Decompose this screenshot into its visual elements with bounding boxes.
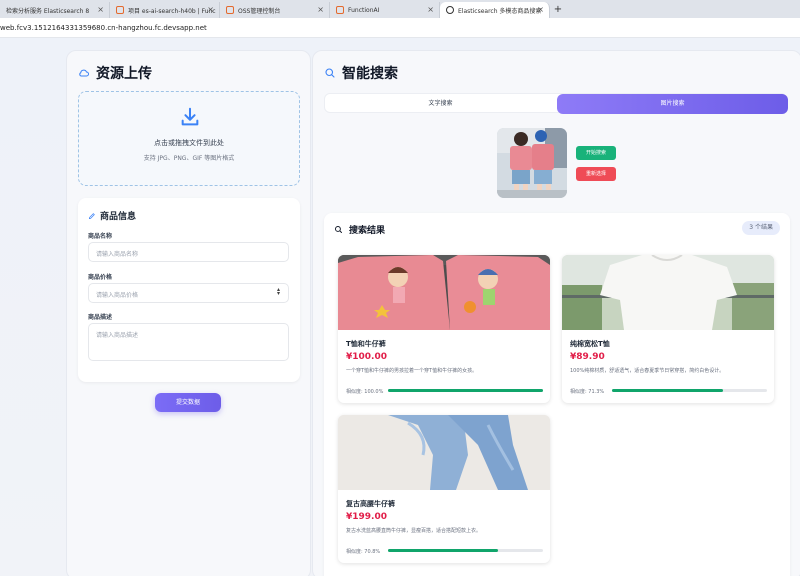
- tab-title: Elasticsearch 多模态商品搜索: [458, 7, 542, 15]
- kids-photo-image: [497, 128, 567, 198]
- search-panel: 智能搜索 文字搜索 图片搜索 开始搜索 重新选择 搜索结果 3 个结果 T恤和牛…: [312, 50, 800, 576]
- price-label: 商品价格: [88, 274, 113, 281]
- product-description: 复古水洗蓝高腰直筒牛仔裤，显瘦百搭，适合搭配短款上衣。: [346, 528, 482, 534]
- function-compute-icon: [226, 6, 234, 14]
- name-placeholder: 请输入商品名称: [96, 251, 139, 258]
- dropzone-text: 点击或拖拽文件到此处: [154, 139, 224, 147]
- close-tab-icon[interactable]: ×: [97, 5, 104, 14]
- product-card[interactable]: 复古高腰牛仔裤 ¥199.00 复古水洗蓝高腰直筒牛仔裤，显瘦百搭，适合搭配短款…: [338, 415, 550, 563]
- similarity-value: 100.0%: [364, 389, 384, 395]
- upload-title: 资源上传: [78, 63, 152, 83]
- close-tab-icon[interactable]: ×: [207, 5, 214, 14]
- browser-tab-strip: 检索分析服务 Elasticsearch 8 × 项目 es-ai-search…: [0, 0, 800, 18]
- product-price: ¥100.00: [346, 352, 387, 362]
- similarity-prefix: 相似度:: [346, 549, 363, 555]
- browser-tab-functionai[interactable]: FunctionAI ×: [330, 2, 440, 18]
- similarity-label: 相似度: 70.8%: [346, 548, 380, 555]
- cloud-icon: [79, 69, 89, 77]
- product-info-title-text: 商品信息: [100, 212, 137, 222]
- tab-text-search[interactable]: 文字搜索: [325, 94, 556, 114]
- result-count-badge: 3 个结果: [742, 221, 780, 235]
- product-info-card: 商品信息 商品名称 请输入商品名称 商品价格 请输入商品价格 ▴ ▾ 商品描述 请…: [78, 198, 300, 382]
- search-title: 智能搜索: [324, 63, 398, 83]
- start-search-button[interactable]: 开始搜索: [576, 146, 616, 160]
- dropzone-hint: 支持 JPG、PNG、GIF 等图片格式: [143, 155, 235, 162]
- product-card[interactable]: 纯棉宽松T恤 ¥89.90 100%纯棉材质，舒适透气，适合春夏季节日常穿搭，简…: [562, 255, 774, 403]
- search-icon: [335, 226, 342, 233]
- product-card[interactable]: T恤和牛仔裤 ¥100.00 一个穿T恤和牛仔裤的男孩拉着一个穿T恤和牛仔裤的女…: [338, 255, 550, 403]
- pink-tshirts-image: [338, 255, 550, 330]
- white-tshirt-image: [562, 255, 774, 330]
- number-stepper-icon[interactable]: ▴ ▾: [277, 287, 280, 297]
- submit-button[interactable]: 提交数据: [155, 393, 221, 412]
- similarity-value: 71.3%: [588, 389, 605, 395]
- globe-icon: [446, 6, 454, 14]
- pencil-icon: [88, 212, 95, 219]
- similarity-bar: [612, 389, 767, 392]
- product-name: T恤和牛仔裤: [346, 340, 386, 348]
- results-header: 搜索结果: [334, 223, 385, 236]
- new-tab-button[interactable]: +: [550, 2, 566, 18]
- similarity-bar-fill: [388, 389, 543, 392]
- price-placeholder: 请输入商品价格: [96, 292, 139, 299]
- similarity-label: 相似度: 100.0%: [346, 388, 383, 395]
- search-icon: [325, 68, 335, 78]
- file-dropzone[interactable]: 点击或拖拽文件到此处 支持 JPG、PNG、GIF 等图片格式: [78, 91, 300, 186]
- product-image: [562, 255, 774, 330]
- product-description-textarea[interactable]: 请输入商品描述: [88, 323, 289, 361]
- query-image-preview: [497, 128, 567, 198]
- page-content: 资源上传 点击或拖拽文件到此处 支持 JPG、PNG、GIF 等图片格式 商品信…: [0, 38, 800, 576]
- download-icon: [181, 107, 199, 126]
- product-description: 100%纯棉材质，舒适透气，适合春夏季节日常穿搭，简约白色设计。: [570, 368, 725, 374]
- reselect-button[interactable]: 重新选择: [576, 167, 616, 181]
- similarity-label: 相似度: 71.3%: [570, 388, 604, 395]
- tab-image-search[interactable]: 图片搜索: [557, 94, 788, 114]
- similarity-value: 70.8%: [364, 549, 381, 555]
- browser-tab-oss[interactable]: OSS管理控制台 ×: [220, 2, 330, 18]
- product-price: ¥199.00: [346, 512, 387, 522]
- address-bar[interactable]: web.fcv3.1512164331359680.cn-hangzhou.fc…: [0, 18, 800, 38]
- similarity-bar-fill: [612, 389, 723, 392]
- close-tab-icon[interactable]: ×: [317, 5, 324, 14]
- tab-title: 检索分析服务 Elasticsearch 8: [6, 7, 90, 15]
- search-mode-tabs: 文字搜索 图片搜索: [324, 93, 788, 114]
- product-name: 纯棉宽松T恤: [570, 340, 610, 348]
- function-compute-icon: [336, 6, 344, 14]
- product-image: [338, 415, 550, 490]
- product-price-input[interactable]: 请输入商品价格 ▴ ▾: [88, 283, 289, 303]
- browser-tab-active[interactable]: Elasticsearch 多模态商品搜索 ×: [440, 2, 550, 18]
- similarity-prefix: 相似度:: [346, 389, 363, 395]
- product-name-input[interactable]: 请输入商品名称: [88, 242, 289, 262]
- upload-panel: 资源上传 点击或拖拽文件到此处 支持 JPG、PNG、GIF 等图片格式 商品信…: [66, 50, 311, 576]
- tab-title: OSS管理控制台: [238, 7, 281, 15]
- similarity-prefix: 相似度:: [570, 389, 587, 395]
- desc-placeholder: 请输入商品描述: [96, 332, 139, 339]
- function-compute-icon: [116, 6, 124, 14]
- tab-title: 项目 es-ai-search-h40b | Func: [128, 7, 216, 15]
- product-name: 复古高腰牛仔裤: [346, 500, 395, 508]
- tab-title: FunctionAI: [348, 6, 380, 14]
- blue-jeans-image: [338, 415, 550, 490]
- similarity-bar-fill: [388, 549, 498, 552]
- upload-title-text: 资源上传: [96, 66, 152, 82]
- browser-tab-es-console[interactable]: 检索分析服务 Elasticsearch 8 ×: [0, 2, 110, 18]
- desc-label: 商品描述: [88, 314, 113, 321]
- similarity-bar: [388, 389, 543, 392]
- product-price: ¥89.90: [570, 352, 605, 362]
- similarity-bar: [388, 549, 543, 552]
- product-image: [338, 255, 550, 330]
- url-text: web.fcv3.1512164331359680.cn-hangzhou.fc…: [0, 24, 207, 32]
- name-label: 商品名称: [88, 233, 113, 240]
- browser-tab-project[interactable]: 项目 es-ai-search-h40b | Func ×: [110, 2, 220, 18]
- close-tab-icon[interactable]: ×: [537, 5, 544, 14]
- product-info-title: 商品信息: [88, 209, 136, 222]
- close-tab-icon[interactable]: ×: [427, 5, 434, 14]
- search-results-card: 搜索结果 3 个结果 T恤和牛仔裤 ¥100.00 一个穿T恤和牛仔裤的男孩拉着…: [324, 213, 790, 576]
- product-description: 一个穿T恤和牛仔裤的男孩拉着一个穿T恤和牛仔裤的女孩。: [346, 368, 478, 374]
- results-title: 搜索结果: [349, 226, 386, 236]
- search-title-text: 智能搜索: [342, 66, 398, 82]
